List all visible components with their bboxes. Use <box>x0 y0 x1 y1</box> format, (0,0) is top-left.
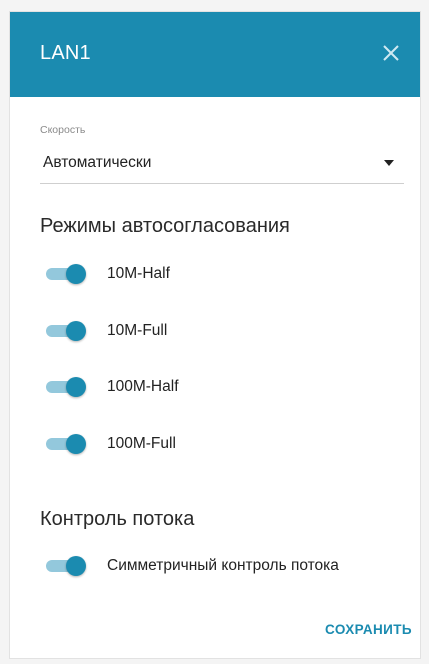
dialog-title: LAN1 <box>40 42 91 64</box>
toggle-row-10m-full[interactable]: 10M-Full <box>40 317 410 345</box>
close-icon <box>383 45 399 61</box>
toggle-label: 100M-Half <box>107 378 179 395</box>
switch-thumb <box>66 321 86 341</box>
toggle-row-10m-half[interactable]: 10M-Half <box>40 260 410 288</box>
lan-settings-dialog: LAN1 Скорость Автоматически Режимы автос… <box>9 11 421 659</box>
caret-down-icon <box>384 160 394 166</box>
toggle-switch[interactable] <box>44 377 94 397</box>
save-button[interactable]: СОХРАНИТЬ <box>325 622 412 637</box>
switch-thumb <box>66 434 86 454</box>
switch-thumb <box>66 556 86 576</box>
toggle-row-100m-half[interactable]: 100M-Half <box>40 373 410 401</box>
switch-thumb <box>66 264 86 284</box>
dialog-header: LAN1 <box>10 12 420 97</box>
toggle-switch[interactable] <box>44 321 94 341</box>
autoneg-section-title: Режимы автосогласования <box>40 215 290 237</box>
toggle-switch[interactable] <box>44 434 94 454</box>
toggle-label: Симметричный контроль потока <box>107 557 339 574</box>
toggle-label: 10M-Half <box>107 265 170 282</box>
speed-label: Скорость <box>40 124 86 136</box>
speed-select[interactable]: Автоматически <box>40 144 404 184</box>
flow-control-section-title: Контроль потока <box>40 508 195 530</box>
toggle-row-symmetric-flow-control[interactable]: Симметричный контроль потока <box>40 552 410 580</box>
speed-value: Автоматически <box>43 154 152 171</box>
toggle-switch[interactable] <box>44 264 94 284</box>
switch-thumb <box>66 377 86 397</box>
close-button[interactable] <box>378 40 404 66</box>
toggle-label: 100M-Full <box>107 435 176 452</box>
toggle-switch[interactable] <box>44 556 94 576</box>
toggle-row-100m-full[interactable]: 100M-Full <box>40 430 410 458</box>
toggle-label: 10M-Full <box>107 322 168 339</box>
